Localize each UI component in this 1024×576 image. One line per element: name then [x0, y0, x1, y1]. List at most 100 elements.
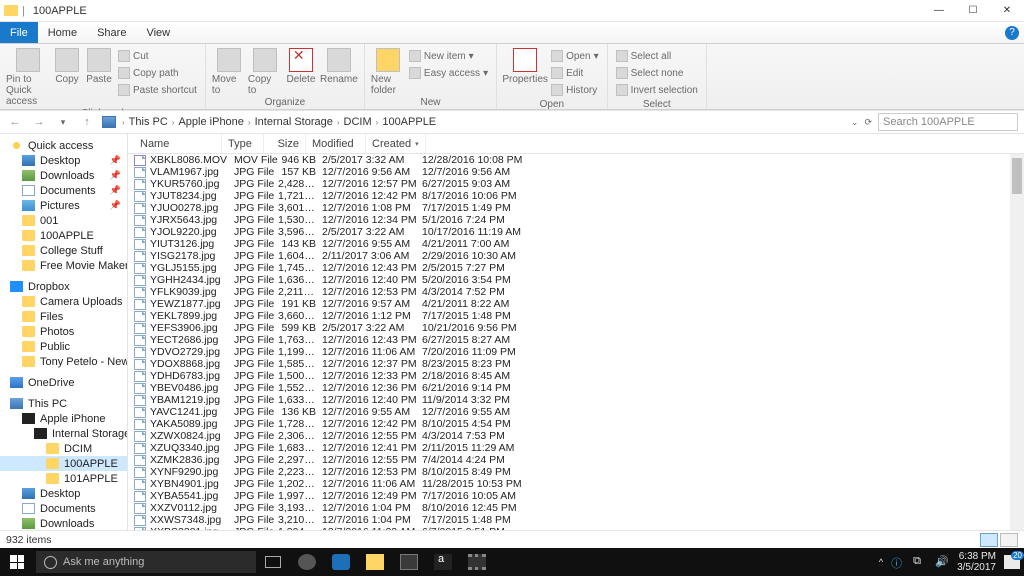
copy-button[interactable]: Copy: [52, 46, 82, 85]
open-button[interactable]: Open ▾: [549, 48, 601, 64]
file-row[interactable]: YDOX8868.jpgJPG File1,585 KB12/7/2016 12…: [128, 358, 1024, 370]
nav-item[interactable]: 100APPLE: [0, 456, 127, 471]
back-button[interactable]: ←: [6, 113, 24, 131]
navigation-pane[interactable]: Quick accessDesktop📌Downloads📌Documents📌…: [0, 134, 128, 530]
file-row[interactable]: XZUQ3340.jpgJPG File1,683 KB12/7/2016 12…: [128, 442, 1024, 454]
nav-item[interactable]: Documents: [0, 501, 127, 516]
vertical-scrollbar[interactable]: [1010, 154, 1024, 530]
breadcrumb[interactable]: › This PC› Apple iPhone› Internal Storag…: [102, 116, 845, 128]
file-row[interactable]: YGLJ5155.jpgJPG File1,745 KB12/7/2016 12…: [128, 262, 1024, 274]
cortana-search[interactable]: Ask me anything: [36, 551, 256, 573]
file-row[interactable]: YKUR5760.jpgJPG File2,428 KB12/7/2016 12…: [128, 178, 1024, 190]
file-row[interactable]: YEKL7899.jpgJPG File3,660 KB12/7/2016 1:…: [128, 310, 1024, 322]
nav-item[interactable]: Tony Petelo - New Hope: [0, 354, 127, 369]
help-tray-icon[interactable]: ⓘ: [891, 555, 905, 569]
file-row[interactable]: XYBA5541.jpgJPG File1,997 KB12/7/2016 12…: [128, 490, 1024, 502]
crumb[interactable]: 100APPLE: [382, 116, 436, 128]
new-item-button[interactable]: New item ▾: [407, 48, 490, 64]
file-list[interactable]: XBKL8086.MOVMOV File946 KB2/5/2017 3:32 …: [128, 154, 1024, 530]
volume-icon[interactable]: 🔊: [935, 555, 949, 569]
details-view-button[interactable]: [980, 533, 998, 547]
file-row[interactable]: XXWS7348.jpgJPG File3,210 KB12/7/2016 1:…: [128, 514, 1024, 526]
file-row[interactable]: XXBS3381.jpgJPG File1,394 KB12/7/2016 11…: [128, 526, 1024, 530]
up-button[interactable]: ↑: [78, 113, 96, 131]
nav-item[interactable]: 001: [0, 213, 127, 228]
clock[interactable]: 6:38 PM3/5/2017: [957, 551, 996, 573]
nav-item[interactable]: College Stuff: [0, 243, 127, 258]
history-dropdown[interactable]: ⌄: [851, 117, 859, 128]
network-icon[interactable]: ⧉: [913, 555, 927, 569]
maximize-button[interactable]: ☐: [956, 0, 990, 22]
rename-button[interactable]: Rename: [320, 46, 358, 85]
properties-button[interactable]: Properties: [503, 46, 547, 85]
nav-item[interactable]: Dropbox: [0, 279, 127, 294]
col-modified[interactable]: Modified: [306, 134, 366, 153]
tab-share[interactable]: Share: [87, 22, 136, 43]
file-row[interactable]: YDHD6783.jpgJPG File1,500 KB12/7/2016 12…: [128, 370, 1024, 382]
history-button[interactable]: History: [549, 82, 601, 98]
store-button[interactable]: [392, 548, 426, 576]
search-input[interactable]: Search 100APPLE: [878, 113, 1018, 131]
forward-button[interactable]: →: [30, 113, 48, 131]
nav-item[interactable]: Files: [0, 309, 127, 324]
file-row[interactable]: YISG2178.jpgJPG File1,604 KB2/11/2017 3:…: [128, 250, 1024, 262]
copy-to-button[interactable]: Copy to: [248, 46, 282, 96]
move-to-button[interactable]: Move to: [212, 46, 246, 96]
nav-item[interactable]: Pictures📌: [0, 198, 127, 213]
file-row[interactable]: YEFS3906.jpgJPG File599 KB2/5/2017 3:22 …: [128, 322, 1024, 334]
nav-item[interactable]: Quick access: [0, 138, 127, 153]
col-created[interactable]: Created▾: [366, 134, 426, 153]
action-center-button[interactable]: [1004, 555, 1020, 569]
task-view-button[interactable]: [256, 548, 290, 576]
file-row[interactable]: YIUT3126.jpgJPG File143 KB12/7/2016 9:55…: [128, 238, 1024, 250]
nav-item[interactable]: Internal Storage: [0, 426, 127, 441]
nav-item[interactable]: Desktop📌: [0, 153, 127, 168]
crumb[interactable]: Apple iPhone: [178, 116, 243, 128]
file-row[interactable]: XZMK2836.jpgJPG File2,297 KB12/7/2016 12…: [128, 454, 1024, 466]
column-headers[interactable]: Name Type Size Modified Created▾: [128, 134, 1024, 154]
close-button[interactable]: ✕: [990, 0, 1024, 22]
select-none-button[interactable]: Select none: [614, 65, 700, 81]
edge-button[interactable]: [324, 548, 358, 576]
refresh-button[interactable]: ⟳: [864, 117, 872, 128]
file-row[interactable]: YAVC1241.jpgJPG File136 KB12/7/2016 9:55…: [128, 406, 1024, 418]
file-row[interactable]: YJOL9220.jpgJPG File3,596 KB2/5/2017 3:2…: [128, 226, 1024, 238]
new-folder-button[interactable]: New folder: [371, 46, 405, 96]
file-row[interactable]: VLAM1967.jpgJPG File157 KB12/7/2016 9:56…: [128, 166, 1024, 178]
nav-item[interactable]: This PC: [0, 396, 127, 411]
file-row[interactable]: YGHH2434.jpgJPG File1,636 KB12/7/2016 12…: [128, 274, 1024, 286]
col-type[interactable]: Type: [222, 134, 264, 153]
minimize-button[interactable]: —: [922, 0, 956, 22]
invert-selection-button[interactable]: Invert selection: [614, 82, 700, 98]
file-row[interactable]: YDVO2729.jpgJPG File1,199 KB12/7/2016 11…: [128, 346, 1024, 358]
nav-item[interactable]: OneDrive: [0, 375, 127, 390]
scrollbar-thumb[interactable]: [1012, 158, 1022, 194]
tab-file[interactable]: File: [0, 22, 38, 43]
nav-item[interactable]: 100APPLE: [0, 228, 127, 243]
nav-item[interactable]: Photos: [0, 324, 127, 339]
paste-shortcut-button[interactable]: Paste shortcut: [116, 82, 199, 98]
help-button[interactable]: ?: [1000, 22, 1024, 43]
file-row[interactable]: XBKL8086.MOVMOV File946 KB2/5/2017 3:32 …: [128, 154, 1024, 166]
delete-button[interactable]: ✕Delete: [284, 46, 318, 85]
explorer-button[interactable]: [358, 548, 392, 576]
file-row[interactable]: YJUT8234.jpgJPG File1,721 KB12/7/2016 12…: [128, 190, 1024, 202]
file-row[interactable]: YEWZ1877.jpgJPG File191 KB12/7/2016 9:57…: [128, 298, 1024, 310]
recent-button[interactable]: ▾: [54, 113, 72, 131]
paste-button[interactable]: Paste: [84, 46, 114, 85]
file-row[interactable]: XYBN4901.jpgJPG File1,202 KB12/7/2016 11…: [128, 478, 1024, 490]
nav-item[interactable]: 101APPLE: [0, 471, 127, 486]
nav-item[interactable]: Downloads: [0, 516, 127, 530]
easy-access-button[interactable]: Easy access ▾: [407, 65, 490, 81]
nav-item[interactable]: Camera Uploads: [0, 294, 127, 309]
file-row[interactable]: YBAM1219.jpgJPG File1,633 KB12/7/2016 12…: [128, 394, 1024, 406]
contacts-button[interactable]: [290, 548, 324, 576]
col-size[interactable]: Size: [264, 134, 306, 153]
select-all-button[interactable]: Select all: [614, 48, 700, 64]
start-button[interactable]: [0, 548, 34, 576]
nav-item[interactable]: Public: [0, 339, 127, 354]
file-row[interactable]: YJUO0278.jpgJPG File3,601 KB12/7/2016 1:…: [128, 202, 1024, 214]
nav-item[interactable]: Desktop: [0, 486, 127, 501]
cut-button[interactable]: Cut: [116, 48, 199, 64]
crumb[interactable]: DCIM: [344, 116, 372, 128]
